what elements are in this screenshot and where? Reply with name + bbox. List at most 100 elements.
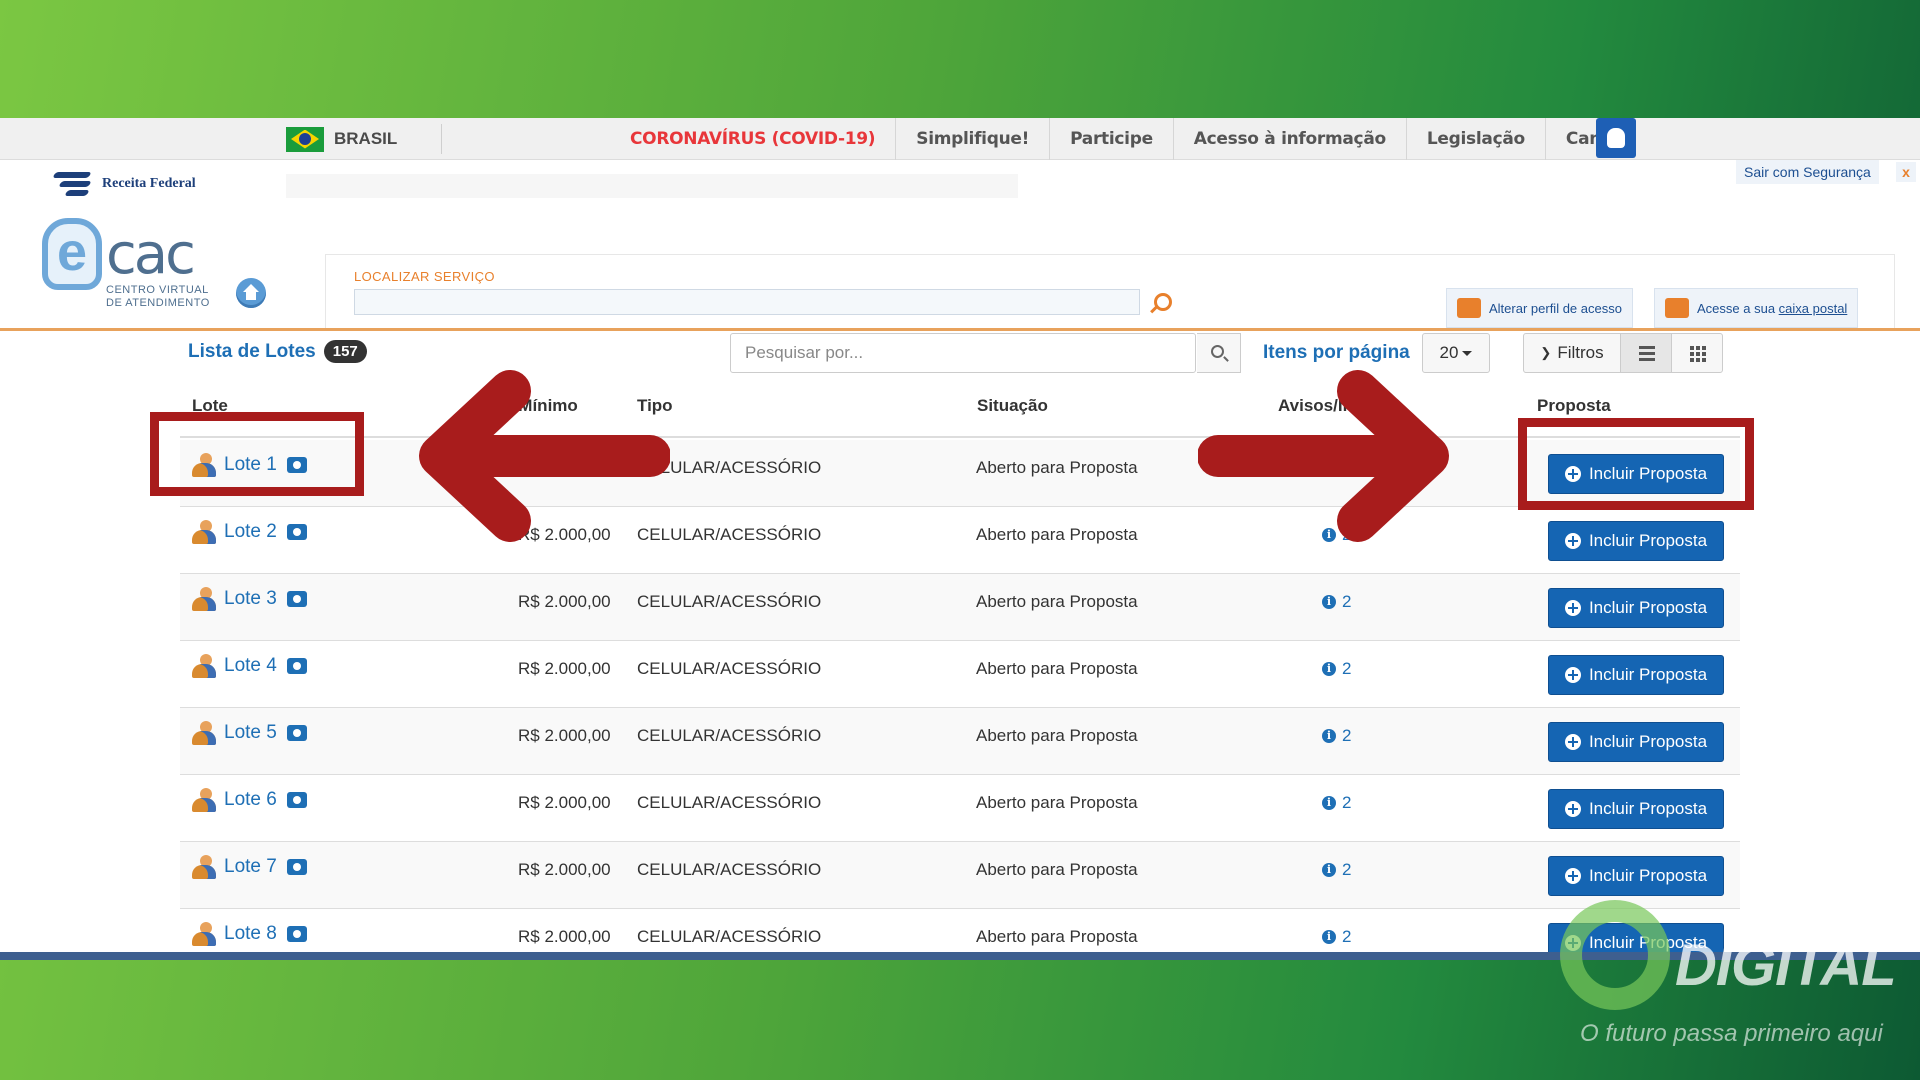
lote-link[interactable]: Lote 6 <box>192 788 307 812</box>
camera-icon[interactable] <box>286 591 307 607</box>
valor-cell: R$ 2.000,00 <box>518 860 611 879</box>
avisos-cell[interactable]: i2 <box>1322 592 1351 612</box>
info-icon: i <box>1322 863 1336 877</box>
lote-link[interactable]: Lote 3 <box>192 587 307 611</box>
lote-link[interactable]: Lote 7 <box>192 855 307 879</box>
camera-icon[interactable] <box>286 859 307 875</box>
plus-circle-icon <box>1564 667 1581 683</box>
filters-button[interactable]: ❯ Filtros <box>1523 333 1621 373</box>
lote-label: Lote 8 <box>224 923 277 944</box>
gov-nav: CORONAVÍRUS (COVID-19) Simplifique! Part… <box>610 118 1648 160</box>
mailbox-button[interactable]: Acesse a sua caixa postal <box>1654 288 1859 328</box>
lots-count-badge: 157 <box>323 340 367 363</box>
situacao-cell: Aberto para Proposta <box>976 726 1138 745</box>
avisos-cell[interactable]: i2 <box>1322 793 1351 813</box>
situacao-cell: Aberto para Proposta <box>976 860 1138 879</box>
camera-icon[interactable] <box>286 792 307 808</box>
avisos-cell[interactable]: i2 <box>1322 659 1351 679</box>
watermark: DIGITAL O futuro passa primeiro aqui <box>1560 900 1900 1050</box>
info-icon: i <box>1322 930 1336 944</box>
camera-icon[interactable] <box>286 658 307 674</box>
camera-icon[interactable] <box>286 524 307 540</box>
gov-link-participe[interactable]: Participe <box>1049 118 1173 160</box>
incluir-proposta-button[interactable]: Incluir Proposta <box>1548 722 1724 762</box>
logout-close-icon[interactable]: x <box>1896 162 1916 182</box>
situacao-cell: Aberto para Proposta <box>976 458 1138 477</box>
user-group-icon <box>192 788 216 812</box>
situacao-cell: Aberto para Proposta <box>976 793 1138 812</box>
lote-label: Lote 6 <box>224 789 277 810</box>
accessibility-button[interactable] <box>1596 118 1636 158</box>
lots-search <box>730 333 1241 373</box>
lote-link[interactable]: Lote 4 <box>192 654 307 678</box>
user-group-icon <box>192 721 216 745</box>
plus-circle-icon <box>1564 868 1581 884</box>
lote-label: Lote 5 <box>224 722 277 743</box>
situacao-cell: Aberto para Proposta <box>976 659 1138 678</box>
incluir-proposta-button[interactable]: Incluir Proposta <box>1548 588 1724 628</box>
lote-link[interactable]: Lote 5 <box>192 721 307 745</box>
table-row: Lote 5 R$ 2.000,00 CELULAR/ACESSÓRIO Aberto… <box>180 708 1740 775</box>
lote-label: Lote 4 <box>224 655 277 676</box>
info-icon: i <box>1322 662 1336 676</box>
gov-link-acesso-informacao[interactable]: Acesso à informação <box>1172 118 1406 160</box>
receita-federal-emblem-icon <box>50 170 96 198</box>
caret-down-icon <box>1462 350 1473 356</box>
camera-icon[interactable] <box>286 926 307 942</box>
gov-link-covid[interactable]: CORONAVÍRUS (COVID-19) <box>610 118 895 160</box>
highlight-box-lote <box>150 412 364 496</box>
lote-link[interactable]: Lote 8 <box>192 922 307 946</box>
change-profile-button[interactable]: Alterar perfil de acesso <box>1446 288 1633 328</box>
table-row: Lote 4 R$ 2.000,00 CELULAR/ACESSÓRIO Aberto… <box>180 641 1740 708</box>
gov-bar: BRASIL CORONAVÍRUS (COVID-19) Simplifiqu… <box>0 118 1920 160</box>
tipo-cell: CELULAR/ACESSÓRIO <box>637 659 822 678</box>
lote-link[interactable]: Lote 2 <box>192 520 307 544</box>
tipo-cell: CELULAR/ACESSÓRIO <box>637 793 822 812</box>
lots-list-title: Lista de Lotes 157 <box>188 340 367 363</box>
user-group-icon <box>192 922 216 946</box>
arrow-right-icon <box>1198 370 1449 542</box>
valor-cell: R$ 2.000,00 <box>518 592 611 611</box>
valor-cell: R$ 2.000,00 <box>518 726 611 745</box>
tipo-cell: CELULAR/ACESSÓRIO <box>637 726 822 745</box>
situacao-cell: Aberto para Proposta <box>976 592 1138 611</box>
incluir-proposta-button[interactable]: Incluir Proposta <box>1548 521 1724 561</box>
brasil-link[interactable]: BRASIL <box>286 124 442 154</box>
service-search-input[interactable] <box>354 289 1140 315</box>
gov-link-legislacao[interactable]: Legislação <box>1405 118 1545 160</box>
table-row: Lote 3 R$ 2.000,00 CELULAR/ACESSÓRIO Aberto… <box>180 574 1740 641</box>
user-group-icon <box>192 520 216 544</box>
list-view-button[interactable] <box>1620 333 1672 373</box>
plus-circle-icon <box>1564 734 1581 750</box>
lots-search-input[interactable] <box>731 334 1197 372</box>
watermark-circle-icon <box>1560 900 1670 1010</box>
incluir-proposta-button[interactable]: Incluir Proposta <box>1548 856 1724 896</box>
tipo-cell: CELULAR/ACESSÓRIO <box>637 927 822 946</box>
header-divider <box>0 328 1920 331</box>
table-row: Lote 6 R$ 2.000,00 CELULAR/ACESSÓRIO Aberto… <box>180 775 1740 842</box>
home-icon[interactable] <box>236 278 266 308</box>
incluir-proposta-button[interactable]: Incluir Proposta <box>1548 655 1724 695</box>
logout-link[interactable]: Sair com Segurança <box>1736 160 1879 184</box>
column-header-proposta: Proposta <box>1537 396 1611 415</box>
watermark-brand: DIGITAL <box>1675 933 1897 998</box>
info-icon: i <box>1322 729 1336 743</box>
avisos-cell[interactable]: i2 <box>1322 860 1351 880</box>
users-icon <box>1457 298 1481 318</box>
avisos-cell[interactable]: i2 <box>1322 726 1351 746</box>
avisos-cell[interactable]: i2 <box>1322 927 1351 947</box>
lote-label: Lote 3 <box>224 588 277 609</box>
column-header-situacao: Situação <box>977 396 1048 415</box>
items-per-page-label: Itens por página <box>1263 342 1410 363</box>
brazil-flag-icon <box>286 126 324 152</box>
browser-page: BRASIL CORONAVÍRUS (COVID-19) Simplifiqu… <box>0 118 1920 960</box>
grid-view-button[interactable] <box>1671 333 1723 373</box>
search-icon[interactable] <box>1154 293 1172 311</box>
sign-language-icon <box>1607 128 1625 148</box>
tipo-cell: CELULAR/ACESSÓRIO <box>637 592 822 611</box>
incluir-proposta-button[interactable]: Incluir Proposta <box>1548 789 1724 829</box>
camera-icon[interactable] <box>286 725 307 741</box>
info-icon: i <box>1322 796 1336 810</box>
plus-circle-icon <box>1564 600 1581 616</box>
gov-link-simplifique[interactable]: Simplifique! <box>895 118 1049 160</box>
